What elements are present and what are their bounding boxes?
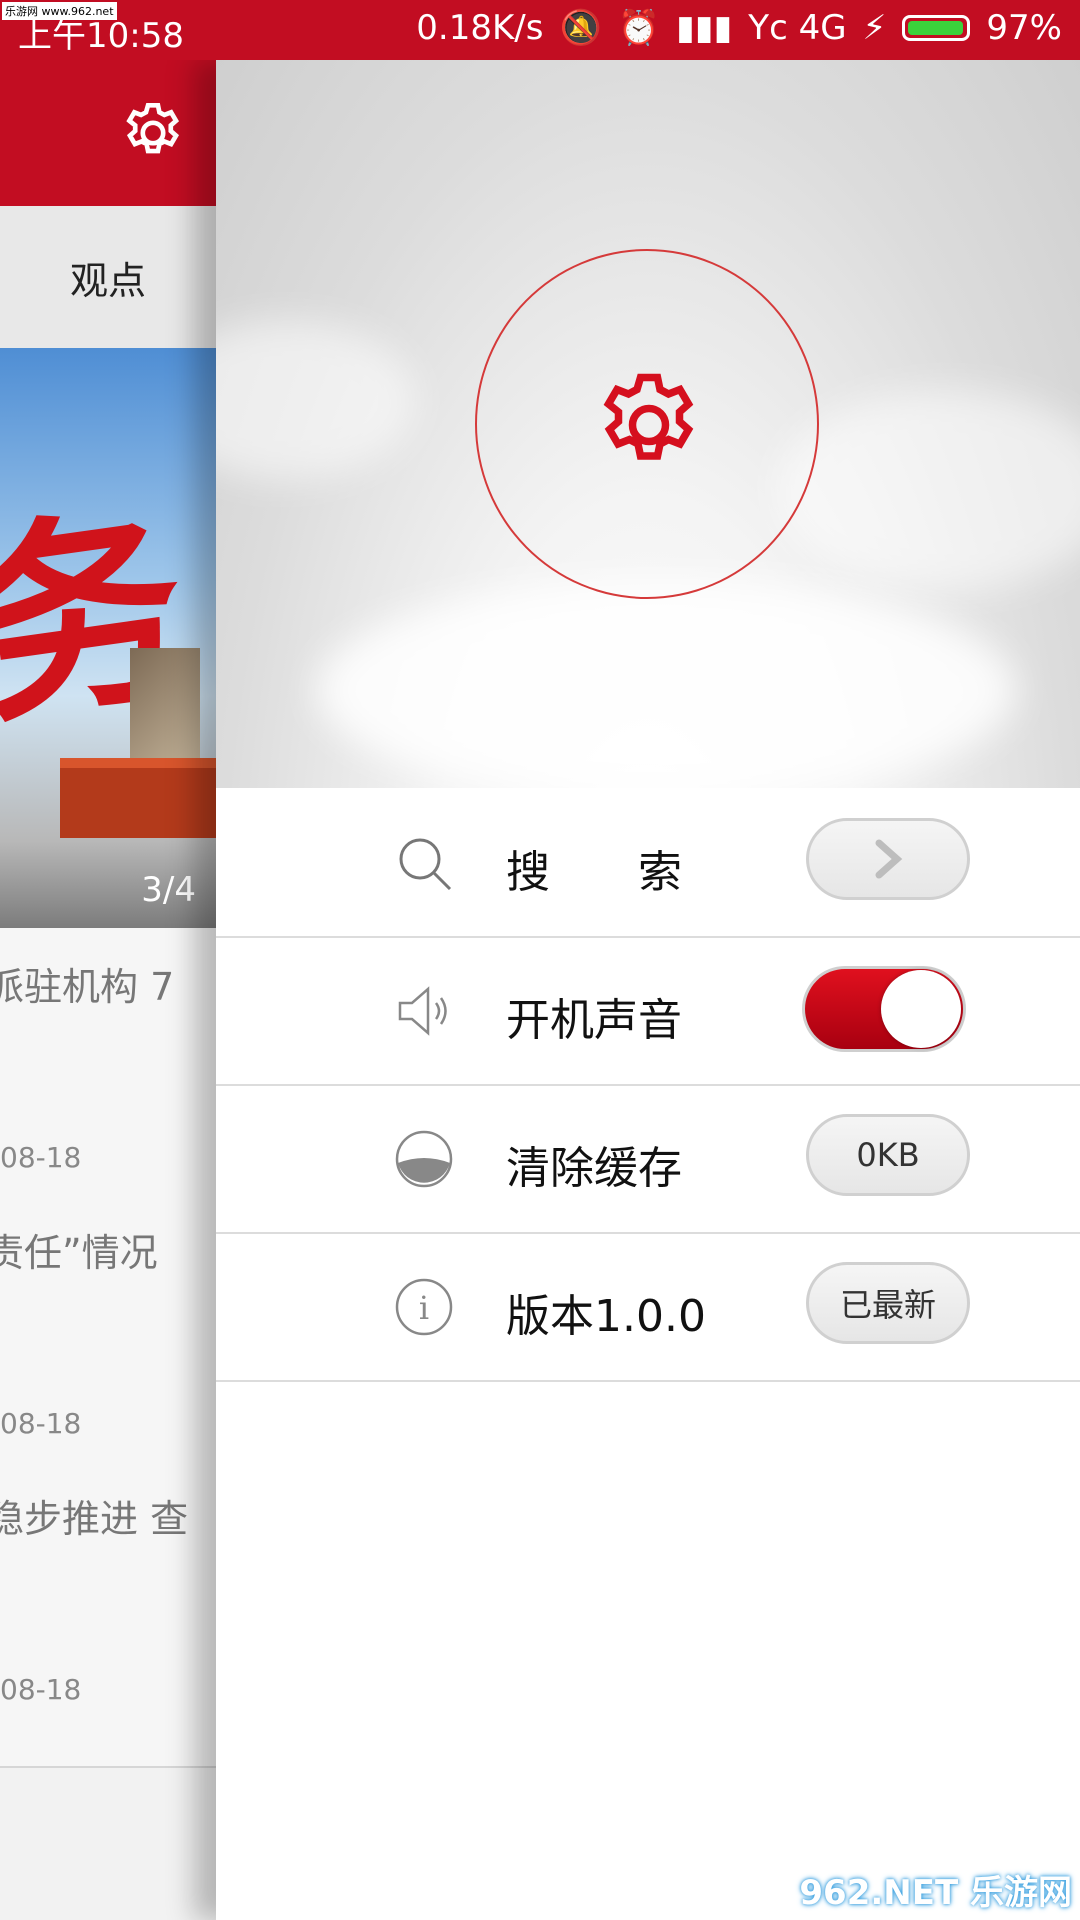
banner-image[interactable]: 务 3/4 — [0, 348, 216, 928]
app-header — [0, 60, 216, 206]
banner-building — [60, 758, 216, 838]
battery-icon — [902, 15, 971, 41]
news-title: 稳步推进 查 — [0, 1497, 189, 1541]
version-status-button[interactable]: 已最新 — [806, 1262, 970, 1344]
news-title: 责任”情况 — [0, 1231, 158, 1275]
search-icon — [399, 838, 452, 891]
banner-page-counter: 3/4 — [141, 870, 196, 910]
settings-avatar-ring — [475, 249, 819, 599]
search-label: 搜 索 — [506, 847, 682, 898]
news-title: 派驻机构 7 — [0, 965, 175, 1009]
alarm-icon: ⏰ — [617, 8, 661, 48]
charging-icon: ⚡ — [862, 8, 887, 48]
sound-label: 开机声音 — [506, 995, 682, 1046]
sound-toggle[interactable] — [802, 966, 966, 1052]
settings-hero — [216, 60, 1080, 788]
mute-icon: 🔕 — [559, 8, 602, 48]
network-speed: 0.18K/s — [416, 8, 544, 48]
settings-row-cache[interactable]: 清除缓存 0KB — [216, 1084, 1080, 1234]
news-item[interactable]: 稳步推进 查 08-18 — [0, 1460, 216, 1728]
banner-tower — [130, 648, 200, 768]
tab-viewpoint[interactable]: 观点 — [0, 206, 216, 348]
cache-label: 清除缓存 — [506, 1143, 682, 1194]
news-item[interactable]: 派驻机构 7 08-18 — [0, 928, 216, 1196]
settings-gear-icon[interactable] — [118, 98, 188, 168]
carrier-label: Yc 4G — [748, 8, 847, 48]
watermark-text: 乐游网 www.962.net — [2, 2, 117, 20]
info-icon: i — [395, 1278, 453, 1336]
news-item[interactable] — [0, 1726, 216, 1768]
status-bar: 乐游网 www.962.net 上午10:58 0.18K/s 🔕 ⏰ ▮▮▮ … — [0, 0, 1080, 60]
settings-drawer: 搜 索 开机声音 清除缓存 0KB i 版本1.0.0 已最新 — [216, 60, 1080, 1920]
version-label: 版本1.0.0 — [506, 1291, 706, 1342]
signal-icon: ▮▮▮ — [676, 8, 733, 48]
clear-cache-button[interactable]: 0KB — [806, 1114, 970, 1196]
speaker-icon — [398, 986, 447, 1036]
battery-percent: 97% — [986, 8, 1062, 48]
svg-text:i: i — [419, 1289, 429, 1327]
storage-gauge-icon — [395, 1130, 453, 1188]
news-item[interactable]: 责任”情况 08-18 — [0, 1194, 216, 1462]
settings-row-sound[interactable]: 开机声音 — [216, 936, 1080, 1086]
news-date: 08-18 — [0, 1407, 82, 1440]
toggle-knob — [881, 970, 961, 1048]
status-right: 0.18K/s 🔕 ⏰ ▮▮▮ Yc 4G ⚡ 97% — [416, 8, 1062, 48]
settings-row-search[interactable]: 搜 索 — [216, 788, 1080, 938]
chevron-right-icon — [875, 839, 903, 879]
news-date: 08-18 — [0, 1673, 82, 1706]
settings-gear-icon — [603, 373, 694, 460]
search-arrow-button[interactable] — [806, 818, 970, 900]
main-content-panel: 观点 务 3/4 派驻机构 7 08-18 责任”情况 08-18 稳步推进 查… — [0, 60, 216, 1920]
settings-row-version[interactable]: i 版本1.0.0 已最新 — [216, 1232, 1080, 1382]
watermark-logo: 962.NET 乐游网 — [799, 1873, 1072, 1913]
news-date: 08-18 — [0, 1141, 82, 1174]
